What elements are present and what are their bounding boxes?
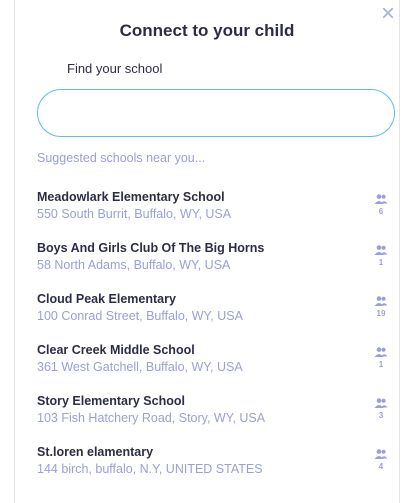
- member-count: 6: [371, 194, 391, 216]
- school-name: Clear Creek Middle School: [37, 343, 195, 357]
- school-list: Meadowlark Elementary School 550 South B…: [15, 190, 399, 496]
- school-name: Meadowlark Elementary School: [37, 190, 225, 204]
- people-icon: [374, 398, 388, 408]
- people-icon: [374, 245, 388, 255]
- member-count: 3: [371, 398, 391, 420]
- school-name: Boys And Girls Club Of The Big Horns: [37, 241, 265, 255]
- school-address: 103 Fish Hatchery Road, Story, WY, USA: [37, 411, 266, 425]
- member-count: 19: [371, 296, 391, 318]
- member-count-value: 3: [378, 411, 384, 420]
- school-address: 144 birch, buffalo, N.Y, UNITED STATES: [37, 462, 263, 476]
- school-address: 361 West Gatchell, Buffalo, WY, USA: [37, 360, 243, 374]
- find-school-label: Find your school: [67, 61, 163, 76]
- member-count: 4: [371, 449, 391, 471]
- suggested-schools-label: Suggested schools near you...: [37, 151, 206, 165]
- school-item[interactable]: Boys And Girls Club Of The Big Horns 58 …: [15, 241, 399, 292]
- people-icon: [374, 449, 388, 459]
- school-address: 58 North Adams, Buffalo, WY, USA: [37, 258, 231, 272]
- school-item[interactable]: Clear Creek Middle School 361 West Gatch…: [15, 343, 399, 394]
- member-count-value: 1: [378, 360, 384, 369]
- school-search-input[interactable]: [37, 89, 395, 137]
- people-icon: [374, 296, 388, 306]
- school-name: Cloud Peak Elementary: [37, 292, 176, 306]
- people-icon: [374, 194, 388, 204]
- member-count: 1: [371, 347, 391, 369]
- member-count-value: 19: [376, 309, 386, 318]
- member-count-value: 6: [378, 207, 384, 216]
- dialog-title: Connect to your child: [119, 21, 295, 40]
- school-name: Story Elementary School: [37, 394, 185, 408]
- member-count-value: 4: [378, 462, 384, 471]
- school-address: 100 Conrad Street, Buffalo, WY, USA: [37, 309, 243, 323]
- school-item[interactable]: Meadowlark Elementary School 550 South B…: [15, 190, 399, 241]
- member-count: 1: [371, 245, 391, 267]
- member-count-value: 1: [378, 258, 384, 267]
- people-icon: [374, 347, 388, 357]
- connect-dialog: × Connect to your child Find your school…: [14, 0, 400, 503]
- school-item[interactable]: Story Elementary School 103 Fish Hatcher…: [15, 394, 399, 445]
- school-name: St.loren elamentary: [37, 445, 154, 459]
- school-item[interactable]: St.loren elamentary 144 birch, buffalo, …: [15, 445, 399, 496]
- school-address: 550 South Burrit, Buffalo, WY, USA: [37, 207, 232, 221]
- school-item[interactable]: Cloud Peak Elementary 100 Conrad Street,…: [15, 292, 399, 343]
